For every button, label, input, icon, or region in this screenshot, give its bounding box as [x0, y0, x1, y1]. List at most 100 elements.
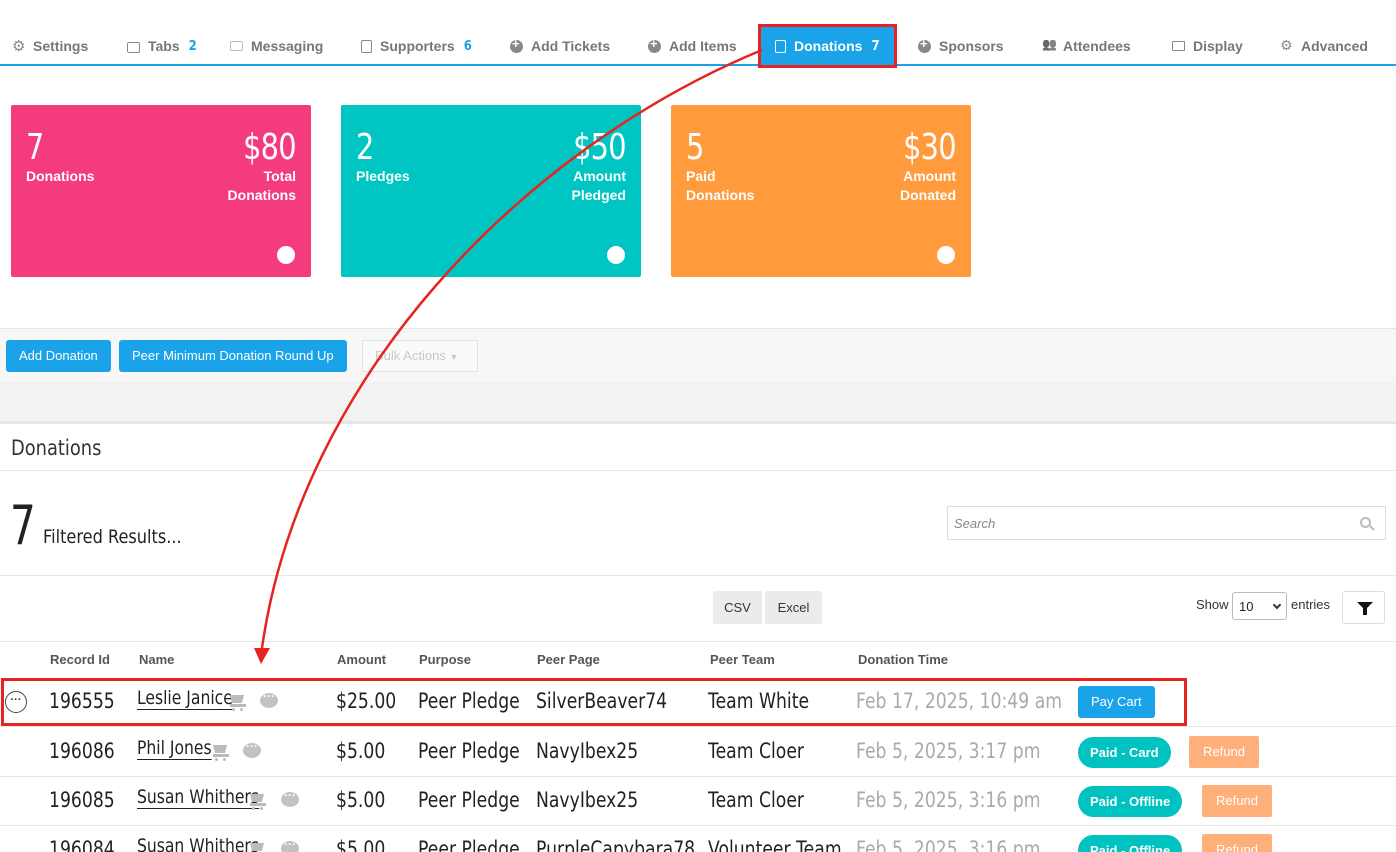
- entries-label: entries: [1291, 597, 1331, 612]
- purpose: Peer Pledge: [418, 788, 520, 812]
- search-input[interactable]: Search: [947, 506, 1386, 540]
- message-icon[interactable]: [281, 788, 299, 807]
- filter-icon: [1357, 602, 1373, 615]
- tab-messaging[interactable]: Messaging: [230, 36, 323, 56]
- paid-donations-card: 5 Paid Donations $30 Amount Donated i: [671, 105, 971, 277]
- total-donations-card: 7 Donations $80 Total Donations i: [11, 105, 311, 277]
- results-label: Filtered Results...: [43, 526, 182, 548]
- card-amount-label: Total Donations: [227, 168, 296, 203]
- filter-button[interactable]: [1342, 591, 1385, 624]
- tab-label: Add Items: [669, 38, 737, 54]
- inbox-icon: [230, 41, 243, 51]
- peer-team: Team Cloer: [708, 739, 805, 763]
- monitor-icon: [1172, 41, 1185, 51]
- tab-supporters[interactable]: Supporters 6: [361, 36, 472, 56]
- info-icon[interactable]: i: [277, 246, 295, 264]
- donor-name-link[interactable]: Susan Whithers: [137, 835, 259, 852]
- header-record-id[interactable]: Record Id: [50, 652, 110, 667]
- purpose: Peer Pledge: [418, 739, 520, 763]
- donor-name-link[interactable]: Phil Jones: [137, 737, 212, 760]
- people-icon: [1042, 40, 1055, 53]
- donor-name-link[interactable]: Leslie Janice: [137, 687, 233, 710]
- add-donation-button[interactable]: Add Donation: [6, 340, 111, 372]
- csv-button[interactable]: CSV: [713, 591, 762, 624]
- entries-select[interactable]: 10: [1232, 592, 1287, 620]
- info-icon[interactable]: i: [937, 246, 955, 264]
- cart-icon[interactable]: [250, 843, 266, 852]
- tab-label: Supporters: [380, 38, 455, 54]
- excel-button[interactable]: Excel: [765, 591, 822, 624]
- tab-sponsors[interactable]: Sponsors: [918, 36, 1004, 56]
- caret-down-icon: ▼: [449, 352, 459, 362]
- peer-page: PurpleCapybara78: [536, 837, 696, 852]
- info-icon[interactable]: i: [607, 246, 625, 264]
- record-id: 196555: [49, 689, 115, 713]
- tab-label: Tabs: [148, 38, 180, 54]
- tab-count: 6: [463, 38, 472, 54]
- message-icon[interactable]: [243, 739, 261, 758]
- card-amount: $50: [573, 127, 626, 168]
- tab-label: Display: [1193, 38, 1243, 54]
- amount: $5.00: [336, 837, 386, 852]
- search-icon: [1360, 517, 1371, 528]
- clipboard-icon: [361, 39, 372, 53]
- plus-circle-icon: [510, 36, 523, 53]
- donor-name-link[interactable]: Susan Whithers: [137, 786, 259, 809]
- purpose: Peer Pledge: [418, 689, 520, 713]
- document-icon: [775, 39, 786, 53]
- header-amount[interactable]: Amount: [337, 652, 386, 667]
- tab-donations[interactable]: Donations 7: [758, 24, 897, 68]
- card-count: 7: [26, 127, 44, 168]
- message-icon[interactable]: [281, 837, 299, 852]
- tab-attendees[interactable]: Attendees: [1042, 36, 1131, 56]
- action-bar: Add Donation Peer Minimum Donation Round…: [0, 328, 1396, 382]
- search-placeholder: Search: [954, 516, 996, 531]
- tab-settings[interactable]: Settings: [12, 36, 88, 56]
- tab-tabs[interactable]: Tabs 2: [127, 36, 197, 56]
- row-actions-icon[interactable]: ···: [5, 691, 27, 713]
- divider-band: [0, 382, 1396, 424]
- tab-add-tickets[interactable]: Add Tickets: [510, 36, 610, 56]
- record-id: 196084: [49, 837, 115, 852]
- tab-label: Advanced: [1301, 38, 1368, 54]
- cart-icon[interactable]: [250, 794, 266, 810]
- card-amount: $80: [243, 127, 296, 168]
- status-badge: Paid - Card: [1078, 737, 1171, 768]
- donation-time: Feb 5, 2025, 3:16 pm: [856, 788, 1041, 812]
- card-amount: $30: [903, 127, 956, 168]
- peer-team: Volunteer Team: [708, 837, 842, 852]
- donation-time: Feb 5, 2025, 3:17 pm: [856, 739, 1041, 763]
- bulk-actions-label: Bulk Actions: [375, 348, 446, 363]
- gears-icon: [1280, 37, 1293, 54]
- entries-value: 10: [1239, 599, 1254, 614]
- tab-count: 7: [871, 38, 880, 54]
- pay-cart-button[interactable]: Pay Cart: [1078, 686, 1155, 718]
- peer-team: Team White: [708, 689, 810, 713]
- cart-icon[interactable]: [213, 745, 229, 761]
- header-peer-page[interactable]: Peer Page: [537, 652, 600, 667]
- cart-icon[interactable]: [230, 695, 246, 711]
- table-row: 196086 Phil Jones $5.00 Peer Pledge Navy…: [0, 727, 1396, 777]
- tab-label: Settings: [33, 38, 89, 54]
- message-icon[interactable]: [260, 689, 278, 708]
- divider: [0, 470, 1396, 471]
- record-id: 196085: [49, 788, 115, 812]
- gear-icon: [12, 37, 25, 55]
- tab-display[interactable]: Display: [1172, 36, 1243, 56]
- header-donation-time[interactable]: Donation Time: [858, 652, 948, 667]
- card-amount-label: Amount Pledged: [571, 168, 626, 203]
- tab-advanced[interactable]: Advanced: [1280, 36, 1368, 56]
- peer-round-up-button[interactable]: Peer Minimum Donation Round Up: [119, 340, 347, 372]
- amount: $25.00: [336, 689, 397, 713]
- divider: [0, 575, 1396, 576]
- refund-button[interactable]: Refund: [1189, 736, 1259, 768]
- refund-button[interactable]: Refund: [1202, 785, 1272, 817]
- refund-button[interactable]: Refund: [1202, 834, 1272, 852]
- header-name[interactable]: Name: [139, 652, 174, 667]
- header-peer-team[interactable]: Peer Team: [710, 652, 775, 667]
- tab-add-items[interactable]: Add Items: [648, 36, 737, 56]
- header-purpose[interactable]: Purpose: [419, 652, 471, 667]
- bulk-actions-dropdown[interactable]: Bulk Actions ▼: [362, 340, 478, 372]
- donation-time: Feb 5, 2025, 3:16 pm: [856, 837, 1041, 852]
- tab-label: Add Tickets: [531, 38, 611, 54]
